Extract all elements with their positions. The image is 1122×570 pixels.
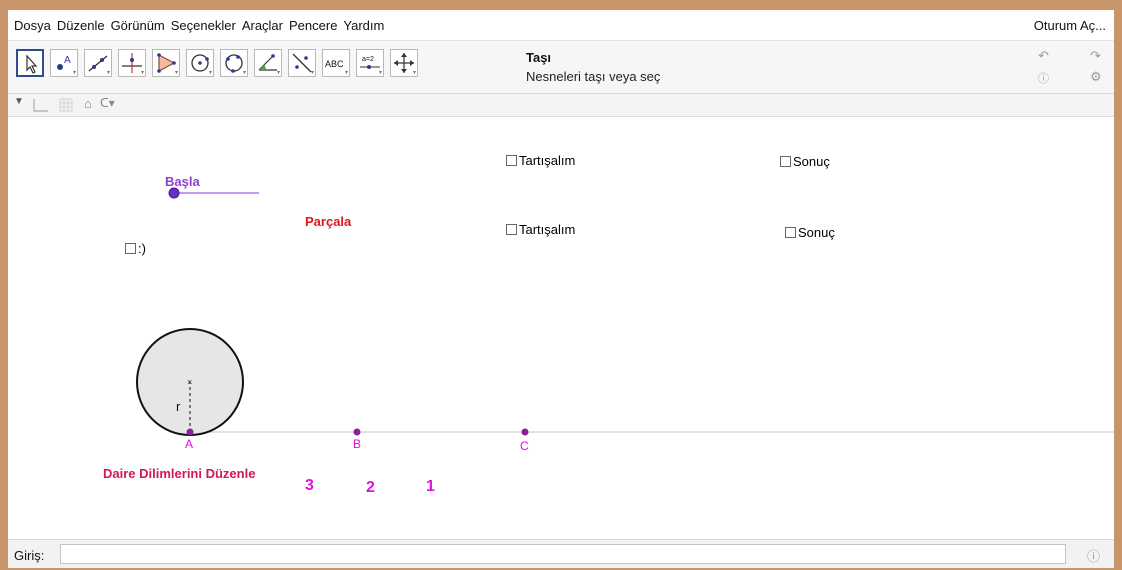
checkbox-smiley[interactable]: :) bbox=[125, 241, 146, 256]
tool-title: Taşı bbox=[526, 50, 552, 65]
style-bar: ▼ ⌂ ᑕ▾ bbox=[8, 94, 1114, 117]
menu-bar: Dosya Düzenle Görünüm Seçenekler Araçlar… bbox=[8, 10, 1114, 41]
point-capture-icon[interactable]: ᑕ▾ bbox=[100, 96, 115, 110]
menu-tools[interactable]: Araçlar bbox=[242, 18, 283, 33]
slider-handle[interactable] bbox=[168, 187, 180, 199]
center-mark-icon: × bbox=[187, 377, 192, 387]
checkbox-box[interactable] bbox=[506, 155, 517, 166]
move-graphics-view-tool-button[interactable]: ▾ bbox=[390, 49, 418, 77]
line-tool-button[interactable]: ▾ bbox=[84, 49, 112, 77]
checkbox-label: Tartışalım bbox=[519, 153, 576, 168]
input-bar: Giriş: ⓘ bbox=[8, 539, 1114, 568]
input-label: Giriş: bbox=[14, 548, 45, 563]
checkbox-tartisalim-1[interactable]: Tartışalım bbox=[506, 153, 575, 168]
number-3: 3 bbox=[305, 477, 314, 494]
svg-text:a=2: a=2 bbox=[362, 56, 374, 63]
menu-options[interactable]: Seçenekler bbox=[171, 18, 236, 33]
home-icon[interactable]: ⌂ bbox=[84, 96, 92, 111]
checkbox-label: Tartışalım bbox=[519, 222, 576, 237]
checkbox-sonuc-1[interactable]: Sonuç bbox=[780, 154, 830, 169]
grid-icon[interactable] bbox=[58, 97, 74, 113]
slider-label: Başla bbox=[165, 174, 200, 189]
toolbar: A ▾ ▾ ▾ ▾ ▾ ▾ ▾ ▾ ABC ▾ a=2 ▾ ▾ Taşı Nes… bbox=[8, 41, 1114, 94]
slider-tool-button[interactable]: a=2 ▾ bbox=[356, 49, 384, 77]
menu-window[interactable]: Pencere bbox=[289, 18, 337, 33]
geogebra-window: Dosya Düzenle Görünüm Seçenekler Araçlar… bbox=[8, 10, 1114, 568]
point-c-label: C bbox=[520, 439, 529, 453]
perpendicular-tool-button[interactable]: ▾ bbox=[118, 49, 146, 77]
axes-icon[interactable] bbox=[30, 97, 50, 113]
arrange-slices-button[interactable]: Daire Dilimlerini Düzenle bbox=[103, 466, 255, 481]
text-tool-button[interactable]: ABC ▾ bbox=[322, 49, 350, 77]
checkbox-box[interactable] bbox=[780, 156, 791, 167]
checkbox-box[interactable] bbox=[506, 224, 517, 235]
point-a-label: A bbox=[185, 437, 194, 451]
toggle-stylebar-icon[interactable]: ▼ bbox=[14, 96, 24, 107]
move-tool-button[interactable] bbox=[16, 49, 44, 77]
checkbox-label: Sonuç bbox=[798, 225, 835, 240]
svg-text:ABC: ABC bbox=[325, 59, 344, 69]
menu-list: Dosya Düzenle Görünüm Seçenekler Araçlar… bbox=[14, 18, 390, 33]
parcala-button[interactable]: Parçala bbox=[305, 214, 351, 229]
checkbox-box[interactable] bbox=[785, 227, 796, 238]
menu-edit[interactable]: Düzenle bbox=[57, 18, 105, 33]
menu-file[interactable]: Dosya bbox=[14, 18, 51, 33]
point-c[interactable] bbox=[521, 428, 529, 436]
svg-text:A: A bbox=[64, 55, 71, 66]
reflect-tool-button[interactable]: ▾ bbox=[288, 49, 316, 77]
sign-in-link[interactable]: Oturum Aç... bbox=[1034, 18, 1106, 33]
tool-description: Nesneleri taşı veya seç bbox=[526, 69, 661, 84]
radius-label: r bbox=[176, 399, 181, 414]
point-b[interactable] bbox=[353, 428, 361, 436]
checkbox-label: Sonuç bbox=[793, 154, 830, 169]
checkbox-tartisalim-2[interactable]: Tartışalım bbox=[506, 222, 575, 237]
point-a[interactable] bbox=[186, 428, 194, 436]
menu-help[interactable]: Yardım bbox=[343, 18, 384, 33]
number-2: 2 bbox=[366, 479, 375, 496]
checkbox-sonuc-2[interactable]: Sonuç bbox=[785, 225, 835, 240]
angle-tool-button[interactable]: ▾ bbox=[254, 49, 282, 77]
circle-three-points-tool-button[interactable]: ▾ bbox=[220, 49, 248, 77]
input-field[interactable] bbox=[60, 544, 1066, 564]
circle-center-tool-button[interactable]: ▾ bbox=[186, 49, 214, 77]
point-b-label: B bbox=[353, 437, 362, 451]
point-tool-button[interactable]: A ▾ bbox=[50, 49, 78, 77]
checkbox-label: :) bbox=[138, 241, 146, 256]
help-icon[interactable]: ⓘ bbox=[1087, 546, 1100, 565]
undo-icon[interactable]: ↶ bbox=[1038, 48, 1049, 64]
help-icon[interactable]: ⓘ bbox=[1038, 70, 1049, 86]
gear-icon[interactable]: ⚙ bbox=[1090, 69, 1102, 85]
number-1: 1 bbox=[426, 478, 435, 495]
checkbox-box[interactable] bbox=[125, 243, 136, 254]
menu-view[interactable]: Görünüm bbox=[111, 18, 165, 33]
polygon-tool-button[interactable]: ▾ bbox=[152, 49, 180, 77]
move-tool-icon bbox=[26, 54, 38, 74]
graphics-view[interactable]: × Tartışalım Sonuç Tartışalım Sonuç :) B… bbox=[8, 117, 1114, 538]
redo-icon[interactable]: ↷ bbox=[1090, 48, 1101, 64]
